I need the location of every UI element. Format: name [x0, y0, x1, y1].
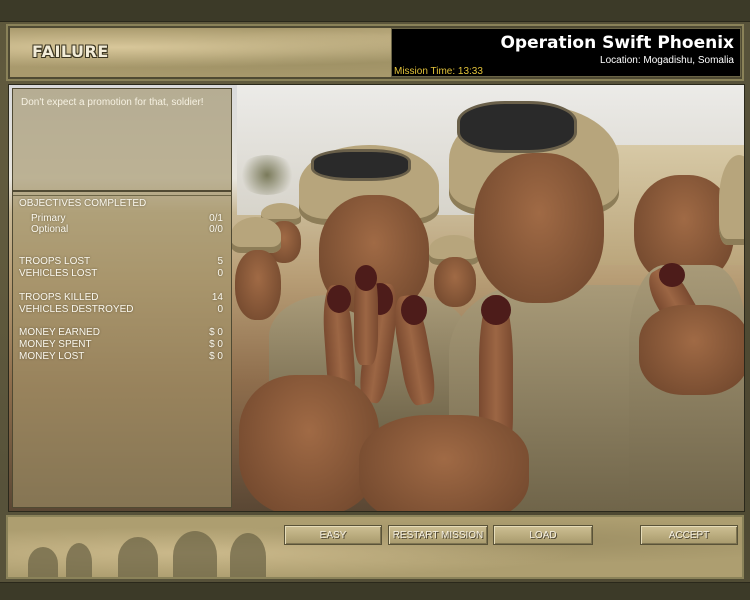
soldier-silhouette	[173, 531, 217, 577]
money-spent-label: MONEY SPENT	[19, 339, 92, 350]
fist	[359, 415, 529, 511]
troops-killed-label: TROOPS KILLED	[19, 292, 99, 303]
screen-frame: FAILURE Operation Swift Phoenix Location…	[0, 0, 750, 600]
vehicles-destroyed-label: VEHICLES DESTROYED	[19, 304, 134, 315]
bottom-border-strip	[0, 582, 750, 600]
commander-quote: Don't expect a promotion for that, soldi…	[21, 97, 204, 108]
goggles	[311, 149, 411, 181]
load-button[interactable]: LOAD	[493, 525, 593, 545]
mission-title: Operation Swift Phoenix	[500, 33, 734, 53]
soldier-silhouette	[118, 537, 158, 577]
header-bar: FAILURE Operation Swift Phoenix Location…	[6, 24, 744, 81]
soldier-silhouette	[66, 543, 92, 577]
fist	[639, 305, 744, 395]
vehicles-lost-value: 0	[217, 268, 223, 279]
soldier-face	[434, 257, 476, 307]
mission-info-box: Operation Swift Phoenix Location: Mogadi…	[391, 28, 741, 77]
ink-fingertip	[481, 295, 511, 325]
ink-fingertip	[401, 295, 427, 325]
troops-killed-value: 14	[211, 292, 223, 303]
vehicles-lost-label: VEHICLES LOST	[19, 268, 98, 279]
commander-quote-box: Don't expect a promotion for that, soldi…	[13, 89, 231, 192]
soldier-face	[235, 250, 281, 320]
ink-fingertip	[355, 265, 377, 291]
goggles	[457, 101, 577, 153]
vehicles-destroyed-value: 0	[217, 304, 223, 315]
restart-mission-button[interactable]: RESTART MISSION	[388, 525, 488, 545]
soldier-silhouette	[28, 547, 58, 577]
soldier-face	[474, 153, 604, 303]
ink-fingertip	[659, 263, 685, 287]
objectives-heading: OBJECTIVES COMPLETED	[19, 198, 147, 209]
fist	[239, 375, 379, 511]
money-earned-value: $ 0	[209, 327, 223, 338]
troops-lost-value: 5	[217, 256, 223, 267]
accept-button[interactable]: ACCEPT	[640, 525, 738, 545]
soldier-helmet	[231, 217, 281, 253]
bottom-button-bar: EASY RESTART MISSION LOAD ACCEPT	[6, 515, 744, 579]
objective-primary-label: Primary	[31, 213, 66, 224]
objective-optional-value: 0/0	[209, 224, 223, 235]
top-border-strip	[0, 0, 750, 22]
soldier-silhouette	[230, 533, 266, 577]
objective-primary-value: 0/1	[209, 213, 223, 224]
mission-location: Location: Mogadishu, Somalia	[600, 55, 734, 66]
money-lost-value: $ 0	[209, 351, 223, 362]
ink-fingertip	[327, 285, 351, 313]
money-lost-label: MONEY LOST	[19, 351, 85, 362]
mission-time: Mission Time: 13:33	[394, 66, 483, 77]
money-earned-label: MONEY EARNED	[19, 327, 100, 338]
troops-lost-label: TROOPS LOST	[19, 256, 91, 267]
money-spent-value: $ 0	[209, 339, 223, 350]
objective-optional-label: Optional	[31, 224, 69, 235]
stats-section: OBJECTIVES COMPLETED Primary 0/1 Optiona…	[13, 195, 231, 505]
debrief-stats-panel: Don't expect a promotion for that, soldi…	[12, 88, 232, 508]
photo-tree	[237, 155, 297, 195]
mission-result-label: FAILURE	[32, 42, 109, 61]
easy-button[interactable]: EASY	[284, 525, 382, 545]
